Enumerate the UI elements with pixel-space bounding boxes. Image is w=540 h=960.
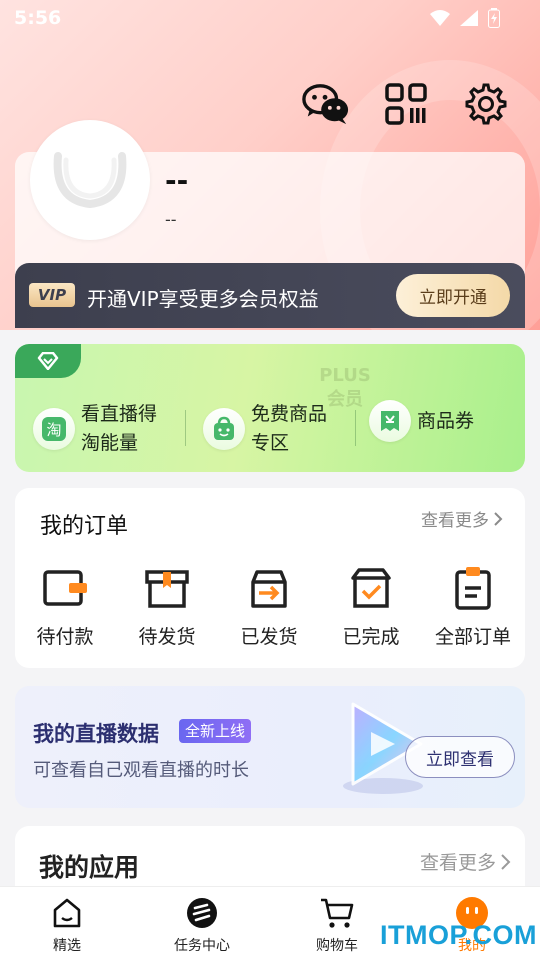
orders-more-link[interactable]: 查看更多 (421, 506, 503, 531)
tab-cart[interactable]: 购物车 (287, 893, 387, 955)
new-badge: 全新上线 (179, 719, 252, 743)
signal-icon (460, 10, 478, 26)
bag-icon (203, 408, 245, 450)
default-avatar-icon (53, 152, 127, 209)
live-data-card[interactable]: 我的直播数据 全新上线 可查看自己观看直播的时长 立即查看 (15, 686, 525, 808)
completed-icon (351, 568, 391, 608)
wallet-icon (43, 570, 87, 606)
plus-item-live-energy[interactable]: 淘 看直播得淘能量 (33, 400, 171, 458)
order-label: 已发货 (240, 626, 298, 648)
tab-label: 购物车 (316, 938, 358, 954)
qrcode-icon (385, 83, 427, 125)
plus-item-label: 商品券 (417, 409, 475, 432)
cart-icon (321, 898, 354, 928)
task-icon (187, 898, 217, 928)
chevron-right-icon (494, 511, 503, 526)
order-label: 待付款 (36, 626, 94, 648)
vip-open-button[interactable]: 立即开通 (396, 274, 510, 317)
tab-label: 精选 (53, 938, 81, 954)
apps-title: 我的应用 (39, 853, 140, 882)
package-icon (145, 570, 189, 608)
divider (355, 410, 356, 446)
orders-title: 我的订单 (40, 514, 129, 539)
chevron-right-icon (501, 853, 511, 870)
plus-card: PLUS 会员 淘 看直播得淘能量 免费商品专区 商品券 (15, 344, 525, 472)
plus-item-label: 看直播得淘能量 (81, 403, 158, 454)
divider (185, 410, 186, 446)
diamond-icon (37, 352, 59, 370)
user-subtitle: -- (165, 210, 177, 229)
coupon-icon (369, 400, 411, 442)
vip-banner[interactable]: VIP 开通VIP享受更多会员权益 立即开通 (15, 263, 525, 328)
settings-icon (465, 83, 507, 125)
shipped-icon (251, 570, 287, 608)
plus-tag (15, 344, 81, 378)
home-icon (53, 898, 81, 928)
order-label: 待发货 (138, 626, 196, 648)
status-time: 5:56 (14, 7, 62, 29)
order-label: 已完成 (342, 626, 400, 648)
tab-featured[interactable]: 精选 (17, 893, 117, 955)
plus-watermark-line1: PLUS (319, 365, 371, 386)
order-completed[interactable]: 已完成 (326, 564, 416, 649)
settings-button[interactable] (462, 80, 510, 128)
order-pending-payment[interactable]: 待付款 (20, 564, 110, 649)
order-pending-shipment[interactable]: 待发货 (122, 564, 212, 649)
tab-task-center[interactable]: 任务中心 (152, 893, 252, 955)
header-actions (302, 80, 510, 128)
status-bar: 5:56 (0, 0, 540, 36)
vip-promo-text: 开通VIP享受更多会员权益 (87, 287, 319, 311)
plus-item-coupon[interactable]: 商品券 (369, 400, 507, 442)
order-list-icon (455, 567, 491, 610)
orders-more-label: 查看更多 (421, 511, 489, 531)
tao-icon: 淘 (33, 408, 75, 450)
battery-icon (488, 8, 500, 28)
nickname[interactable]: -- (165, 164, 188, 197)
live-data-title: 我的直播数据 (33, 722, 159, 746)
order-all[interactable]: 全部订单 (428, 564, 518, 649)
apps-more-link[interactable]: 查看更多 (420, 848, 511, 875)
plus-item-free-goods[interactable]: 免费商品专区 (203, 400, 341, 458)
site-watermark: ITMOP.COM (380, 920, 538, 950)
wechat-icon (302, 84, 349, 125)
wifi-icon (430, 10, 450, 26)
order-label: 全部订单 (434, 626, 511, 648)
tab-label: 任务中心 (174, 938, 230, 954)
apps-more-label: 查看更多 (419, 852, 496, 874)
status-icons (430, 8, 500, 28)
svg-text:淘: 淘 (46, 421, 61, 439)
avatar[interactable] (30, 120, 150, 240)
plus-item-label: 免费商品专区 (251, 403, 328, 454)
view-now-button[interactable]: 立即查看 (405, 736, 515, 778)
wechat-button[interactable] (302, 80, 350, 128)
order-shipped[interactable]: 已发货 (224, 564, 314, 649)
vip-logo: VIP (29, 283, 75, 307)
orders-card: 我的订单 查看更多 待付款 待发货 已发货 已完成 全部订单 (15, 488, 525, 668)
qrcode-button[interactable] (382, 80, 430, 128)
live-data-subtitle: 可查看自己观看直播的时长 (33, 760, 249, 781)
